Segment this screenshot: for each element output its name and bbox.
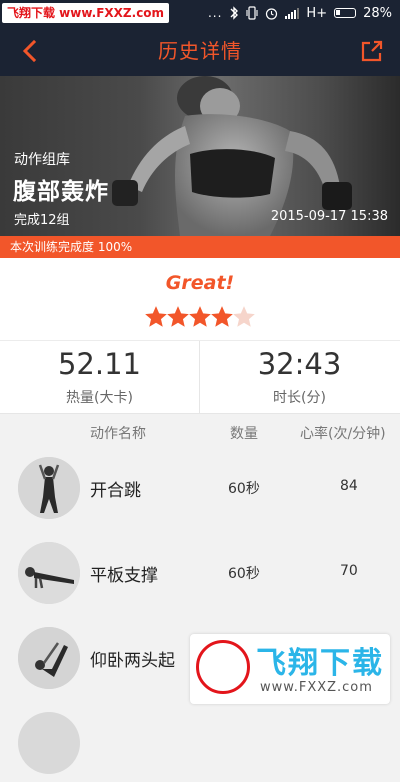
signal-dots: ... [207,6,223,20]
duration-label: 时长(分) [273,390,326,406]
exercise-thumbnail [18,457,80,519]
battery-level: 28% [363,5,392,21]
sets-completed: 完成12组 [14,213,70,228]
exercise-hr: 84 [340,478,358,494]
exercise-qty: 60秒 [228,481,260,497]
exercise-thumbnail [18,627,80,689]
page-title: 历史详情 [158,39,242,63]
alarm-icon [266,7,278,20]
star-rating [0,304,400,330]
workout-datetime: 2015-09-17 15:38 [270,209,388,224]
exercise-hr: 70 [340,563,358,579]
exercise-thumbnail [18,712,80,774]
workout-category: 动作组库 [14,152,70,168]
hero-banner: 动作组库 腹部轰炸 完成12组 2015-09-17 15:38 [0,76,400,236]
exercise-name: 开合跳 [90,481,141,501]
calories-value: 52.11 [57,347,142,381]
calories-stat: 52.11 热量(大卡) [0,341,200,413]
nav-bar: 历史详情 [0,26,400,76]
completion-label: 本次训练完成度 100% [10,240,133,254]
star-empty-icon [233,306,255,327]
duration-value: 32:43 [257,347,342,381]
watermark-overlay: 飞翔下载 www.FXXZ.com [190,634,390,704]
calories-label: 热量(大卡) [66,390,133,406]
vibrate-icon [246,6,258,20]
completion-bar: 本次训练完成度 100% [0,236,400,258]
exercise-thumbnail [18,542,80,604]
exercise-row[interactable]: 开合跳 60秒 84 [0,450,400,527]
exercise-name: 平板支撑 [90,566,158,586]
rating-text: Great! [165,272,235,294]
share-icon [361,40,383,62]
duration-stat: 32:43 时长(分) [200,341,399,413]
battery-icon [334,8,357,18]
watermark-url: www.FXXZ.com [260,680,373,695]
stats-panel: 52.11 热量(大卡) 32:43 时长(分) [0,340,400,414]
status-bar: 飞翔下载 www.FXXZ.com ... H+ 28% [0,0,400,26]
exercise-row[interactable]: 平板支撑 60秒 70 [0,535,400,612]
watermark-brand: 飞翔下载 [256,646,384,681]
signal-icon [285,8,300,19]
bluetooth-icon [230,6,239,20]
rating-section: Great! [0,258,400,340]
header-hr: 心率(次/分钟) [300,426,386,442]
exercise-table-header: 动作名称 数量 心率(次/分钟) [0,414,400,450]
share-button[interactable] [360,40,384,62]
header-qty: 数量 [230,426,258,442]
workout-name: 腹部轰炸 [13,179,109,205]
header-name: 动作名称 [90,426,146,442]
watermark-badge: 飞翔下载 www.FXXZ.com [2,3,170,23]
network-type: H+ [306,5,328,21]
exercise-qty: 60秒 [228,566,260,582]
status-icons: ... H+ 28% [208,0,392,26]
watermark-logo-icon [196,640,250,694]
exercise-name: 仰卧两头起 [90,651,175,671]
exercise-row[interactable] [0,705,400,782]
